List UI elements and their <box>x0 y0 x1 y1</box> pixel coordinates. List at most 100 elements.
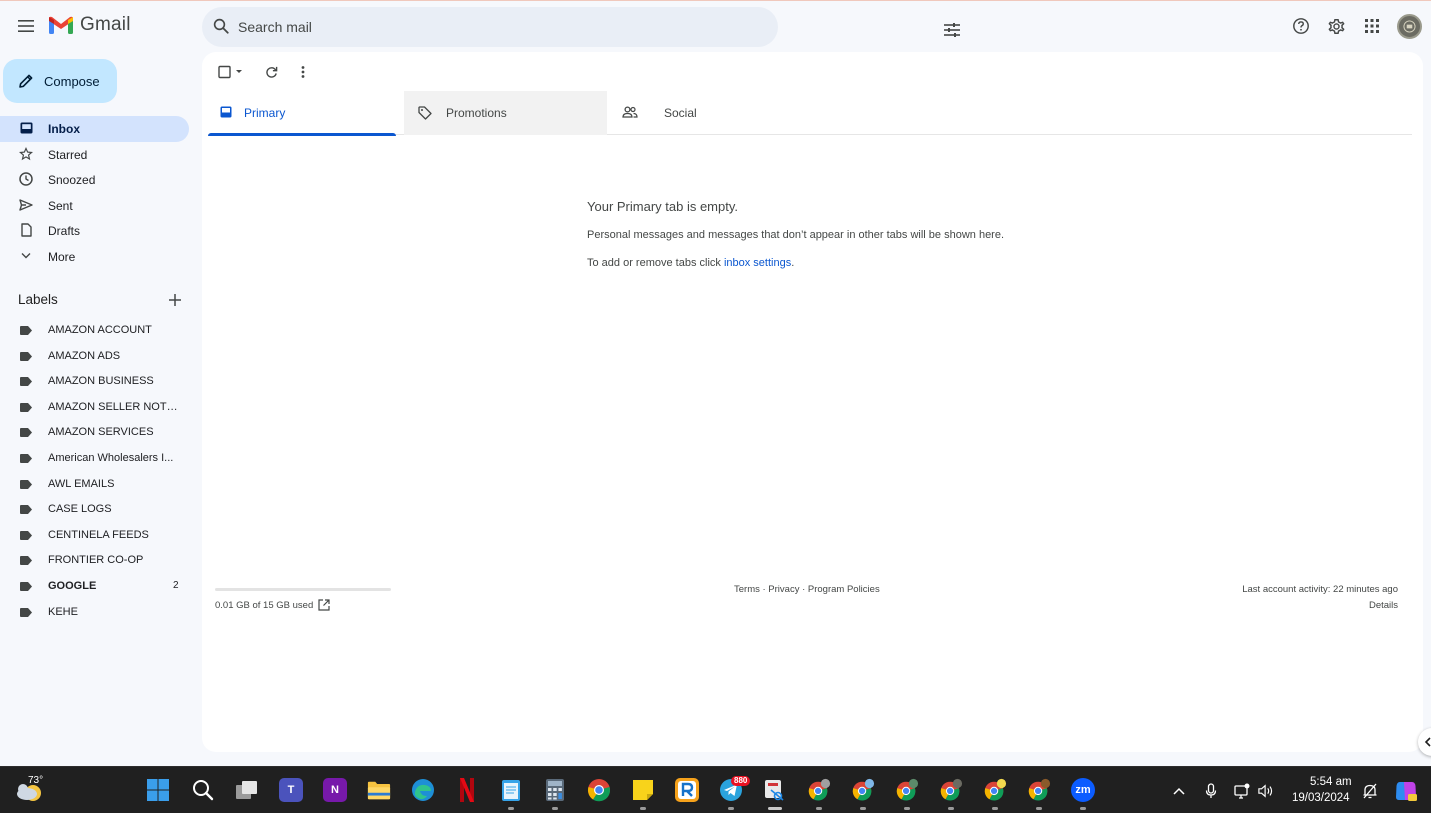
show-hidden-icons-button[interactable] <box>1171 783 1187 799</box>
label-item[interactable]: CENTINELA FEEDS <box>0 523 190 549</box>
inbox-settings-link[interactable]: inbox settings <box>724 257 791 269</box>
label-item[interactable]: GOOGLE 2 <box>0 574 190 600</box>
sidebar-item-inbox[interactable]: Inbox <box>0 116 189 142</box>
chrome-profile-2-button[interactable] <box>851 778 875 802</box>
sticky-notes-app-button[interactable] <box>631 778 655 802</box>
running-indicator <box>860 807 866 810</box>
chrome-profile-5-button[interactable] <box>983 778 1007 802</box>
r-app-icon <box>678 781 696 799</box>
label-item[interactable]: AMAZON SELLER NOTIF... <box>0 395 190 421</box>
activity-details-link[interactable]: Details <box>1369 600 1398 611</box>
search-input[interactable] <box>236 7 736 47</box>
compose-button[interactable]: Compose <box>3 59 117 103</box>
account-avatar[interactable] <box>1397 14 1422 39</box>
select-all-checkbox[interactable] <box>216 64 248 80</box>
chrome-profile-4-button[interactable] <box>939 778 963 802</box>
calculator-app-button[interactable] <box>543 778 567 802</box>
microphone-button[interactable] <box>1203 783 1219 799</box>
running-indicator <box>992 807 998 810</box>
chevron-down-icon <box>19 249 33 263</box>
sidebar-item-label: Starred <box>48 147 88 162</box>
apps-grid-icon <box>1365 19 1379 33</box>
volume-button[interactable] <box>1258 783 1274 799</box>
teams-app-button[interactable]: T <box>279 778 303 802</box>
label-item[interactable]: CASE LOGS <box>0 497 190 523</box>
storage-usage-text: 0.01 GB of 15 GB used <box>215 600 314 611</box>
label-item[interactable]: KEHE <box>0 600 190 626</box>
label-item[interactable]: AMAZON SERVICES <box>0 420 190 446</box>
chrome-profile-6-button[interactable] <box>1027 778 1051 802</box>
netflix-app-button[interactable] <box>455 778 479 802</box>
main-panel: Primary Promotions Social Your Primary t… <box>202 52 1423 752</box>
sidebar-item-label: More <box>48 249 76 264</box>
copilot-button[interactable] <box>1394 779 1418 803</box>
inbox-icon <box>19 121 33 135</box>
snipping-tool-button[interactable] <box>763 778 787 802</box>
sidebar-item-sent[interactable]: Sent <box>0 193 190 219</box>
edge-app-button[interactable] <box>411 778 435 802</box>
more-options-button[interactable] <box>298 64 308 80</box>
search-icon[interactable] <box>212 17 230 35</box>
windows-start-icon <box>147 779 169 801</box>
zoom-app-button[interactable]: zm <box>1071 778 1095 802</box>
label-tag-icon <box>20 377 32 387</box>
clock-date[interactable]: 19/03/2024 <box>1292 792 1350 804</box>
notifications-button[interactable] <box>1362 783 1378 799</box>
chrome-profile-3-button[interactable] <box>895 778 919 802</box>
label-name: American Wholesalers I... <box>48 451 174 464</box>
label-item[interactable]: American Wholesalers I... <box>0 446 190 472</box>
chrome-app-button[interactable] <box>587 778 611 802</box>
gmail-m-icon <box>49 16 73 34</box>
chrome-profile-icon <box>852 778 875 801</box>
apps-button[interactable] <box>1362 16 1382 36</box>
search-options-icon[interactable] <box>944 23 960 37</box>
unread-count: 2 <box>173 579 179 591</box>
network-button[interactable] <box>1234 783 1250 799</box>
tab-social[interactable]: Social <box>608 91 808 135</box>
label-item[interactable]: AMAZON BUSINESS <box>0 369 190 395</box>
label-item[interactable]: FRONTIER CO-OP <box>0 548 190 574</box>
add-label-icon[interactable] <box>168 293 182 307</box>
label-name: AMAZON ACCOUNT <box>48 324 152 336</box>
label-item[interactable]: AWL EMAILS <box>0 472 190 498</box>
label-item[interactable]: AMAZON ACCOUNT <box>0 318 190 344</box>
start-button[interactable] <box>146 778 170 802</box>
settings-button[interactable] <box>1326 16 1346 36</box>
task-view-icon <box>236 781 257 799</box>
label-tag-icon <box>20 351 32 361</box>
copilot-icon <box>1396 782 1417 801</box>
tab-promotions[interactable]: Promotions <box>404 91 607 135</box>
tab-primary[interactable]: Primary <box>208 91 396 136</box>
chrome-profile-1-button[interactable] <box>807 778 831 802</box>
open-in-new-icon[interactable] <box>318 599 330 611</box>
chrome-profile-icon <box>1028 778 1051 801</box>
sidebar-item-drafts[interactable]: Drafts <box>0 218 190 244</box>
clock-time[interactable]: 5:54 am <box>1310 776 1352 788</box>
gear-icon <box>1327 18 1345 34</box>
label-item[interactable]: AMAZON ADS <box>0 344 190 370</box>
speaker-icon <box>1258 784 1273 798</box>
taskbar-search-button[interactable] <box>191 778 215 802</box>
empty-state-description: Personal messages and messages that don’… <box>587 229 1005 241</box>
help-button[interactable] <box>1291 16 1311 36</box>
refresh-button[interactable] <box>263 64 279 80</box>
tab-label: Social <box>664 106 697 120</box>
onenote-app-button[interactable]: N <box>323 778 347 802</box>
main-menu-button[interactable] <box>10 10 42 42</box>
netflix-icon <box>460 778 474 802</box>
label-tag-icon <box>20 453 32 463</box>
chrome-profile-icon <box>940 778 963 801</box>
r-app-button[interactable] <box>675 778 699 802</box>
sidebar-item-more[interactable]: More <box>0 244 190 270</box>
footer-links[interactable]: Terms · Privacy · Program Policies <box>734 584 880 595</box>
gmail-logo[interactable]: Gmail <box>48 14 131 36</box>
search-bar[interactable] <box>202 7 960 47</box>
header: Gmail <box>0 1 1431 51</box>
settings-hint-suffix: . <box>791 257 795 269</box>
notepad-app-button[interactable] <box>499 778 523 802</box>
file-explorer-button[interactable] <box>367 778 391 802</box>
task-view-button[interactable] <box>235 778 259 802</box>
sidebar-item-starred[interactable]: Starred <box>0 142 190 168</box>
label-name: AWL EMAILS <box>48 477 115 490</box>
sidebar-item-snoozed[interactable]: Snoozed <box>0 167 190 193</box>
